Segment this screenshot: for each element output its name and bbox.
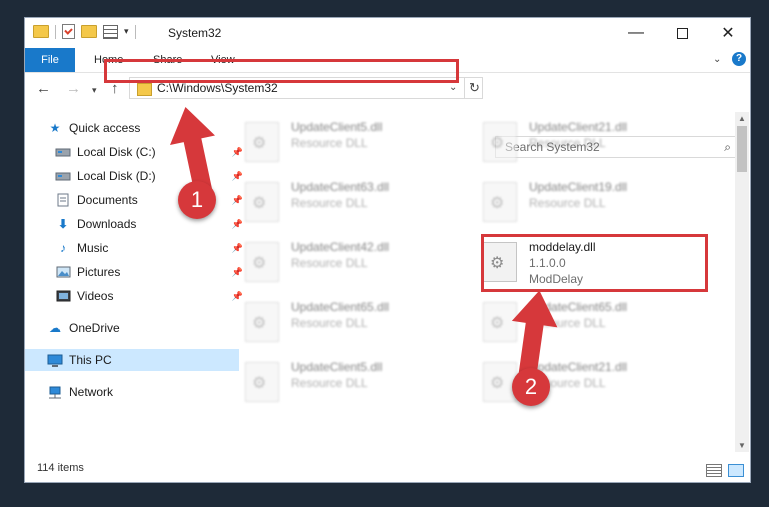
file-type: Resource DLL xyxy=(529,196,606,210)
file-name: UpdateClient21.dll xyxy=(529,120,628,134)
address-bar-highlight xyxy=(104,59,459,83)
sidebar-item-label: Quick access xyxy=(69,121,141,135)
file-item[interactable]: UpdateClient42.dll Resource DLL xyxy=(245,238,465,288)
folder-icon xyxy=(137,83,152,96)
refresh-icon[interactable]: ↻ xyxy=(464,78,484,98)
back-arrow-icon[interactable]: ← xyxy=(36,80,51,97)
chevron-down-icon[interactable]: ▾ xyxy=(124,26,129,37)
folder-icon[interactable] xyxy=(33,25,49,38)
sidebar-item-onedrive[interactable]: ☁ OneDrive xyxy=(25,317,239,339)
dll-file-icon xyxy=(245,302,279,342)
drive-icon xyxy=(55,169,71,183)
file-type: Resource DLL xyxy=(291,136,368,150)
sidebar-item-this-pc[interactable]: This PC xyxy=(25,349,239,371)
documents-icon xyxy=(55,193,71,207)
tab-file[interactable]: File xyxy=(25,48,75,72)
details-view-icon[interactable] xyxy=(706,464,722,477)
sidebar-item-music[interactable]: ♪ Music 📌 xyxy=(25,237,247,259)
large-icons-view-icon[interactable] xyxy=(728,464,744,477)
sidebar-item-label: Local Disk (D:) xyxy=(77,169,156,183)
sidebar-item-label: This PC xyxy=(69,353,112,367)
toolbar-divider xyxy=(134,24,136,39)
file-name: UpdateClient42.dll xyxy=(291,240,390,254)
quick-access-toolbar: ▾ xyxy=(33,24,136,39)
sidebar-item-label: Documents xyxy=(77,193,138,207)
drive-icon xyxy=(55,145,71,159)
file-highlight xyxy=(481,234,708,292)
new-folder-icon[interactable] xyxy=(81,25,97,38)
maximize-button[interactable] xyxy=(659,18,705,48)
help-icon[interactable]: ? xyxy=(732,52,746,66)
title-bar: ▾ System32 — ✕ xyxy=(25,18,750,48)
file-item[interactable]: UpdateClient21.dll Resource DLL xyxy=(483,118,703,168)
file-item[interactable]: UpdateClient5.dll Resource DLL xyxy=(245,118,465,168)
sidebar-item-label: Music xyxy=(77,241,109,255)
download-icon: ⬇ xyxy=(57,217,69,231)
sidebar-item-label: Videos xyxy=(77,289,114,303)
file-type: Resource DLL xyxy=(291,196,368,210)
maximize-icon xyxy=(676,27,688,39)
file-type: Resource DLL xyxy=(291,256,368,270)
scroll-up-icon[interactable]: ▲ xyxy=(738,114,746,123)
sidebar-item-label: OneDrive xyxy=(69,321,120,335)
star-icon: ★ xyxy=(49,121,61,135)
sidebar-item-label: Network xyxy=(69,385,114,399)
file-item[interactable]: UpdateClient65.dll Resource DLL xyxy=(245,298,465,348)
file-type: Resource DLL xyxy=(529,136,606,150)
computer-icon xyxy=(47,353,63,367)
dll-file-icon xyxy=(245,182,279,222)
sidebar-item-pictures[interactable]: Pictures 📌 xyxy=(25,261,247,283)
videos-icon xyxy=(55,289,71,303)
sidebar-item-label: Pictures xyxy=(77,265,121,279)
recent-locations-icon[interactable]: ▾ xyxy=(92,85,97,96)
cloud-icon: ☁ xyxy=(49,321,61,335)
toolbar-divider xyxy=(55,24,56,39)
customize-toolbar-icon[interactable] xyxy=(103,24,118,39)
dll-file-icon xyxy=(483,182,517,222)
file-item[interactable]: UpdateClient5.dll Resource DLL xyxy=(245,358,465,408)
expand-ribbon-icon[interactable]: ⌄ xyxy=(713,54,721,65)
close-button[interactable]: ✕ xyxy=(705,18,751,48)
address-path[interactable]: C:\Windows\System32 xyxy=(157,81,278,95)
dll-file-icon xyxy=(245,242,279,282)
view-switcher xyxy=(706,464,744,477)
step-1-badge: 1 xyxy=(178,181,216,219)
chevron-down-icon[interactable]: ⌄ xyxy=(449,82,457,93)
file-item[interactable]: UpdateClient19.dll Resource DLL xyxy=(483,178,703,228)
dll-file-icon xyxy=(483,122,517,162)
network-icon xyxy=(47,385,63,399)
sidebar-item-label: Downloads xyxy=(77,217,137,231)
vertical-scrollbar[interactable]: ▲ ▼ xyxy=(735,112,749,452)
sidebar-item-label: Local Disk (C:) xyxy=(77,145,156,159)
music-icon: ♪ xyxy=(60,241,66,255)
properties-icon[interactable] xyxy=(62,24,75,39)
scrollbar-thumb[interactable] xyxy=(737,126,747,172)
file-name: UpdateClient19.dll xyxy=(529,180,628,194)
sidebar-item-network[interactable]: Network xyxy=(25,381,239,403)
scroll-down-icon[interactable]: ▼ xyxy=(738,441,746,450)
status-item-count: 114 items xyxy=(37,462,84,474)
step-2-badge: 2 xyxy=(512,368,550,406)
sidebar-item-downloads[interactable]: ⬇ Downloads 📌 xyxy=(25,213,247,235)
file-item[interactable]: UpdateClient63.dll Resource DLL xyxy=(245,178,465,228)
sidebar-item-videos[interactable]: Videos 📌 xyxy=(25,285,247,307)
dll-file-icon xyxy=(245,362,279,402)
file-name: UpdateClient5.dll xyxy=(291,360,383,374)
file-name: UpdateClient65.dll xyxy=(291,300,390,314)
pictures-icon xyxy=(55,265,71,279)
window-title: System32 xyxy=(168,26,222,40)
file-type: Resource DLL xyxy=(291,376,368,390)
dll-file-icon xyxy=(245,122,279,162)
minimize-button[interactable]: — xyxy=(613,18,659,48)
forward-arrow-icon[interactable]: → xyxy=(66,80,81,97)
file-name: UpdateClient5.dll xyxy=(291,120,383,134)
file-type: Resource DLL xyxy=(291,316,368,330)
file-name: UpdateClient63.dll xyxy=(291,180,390,194)
